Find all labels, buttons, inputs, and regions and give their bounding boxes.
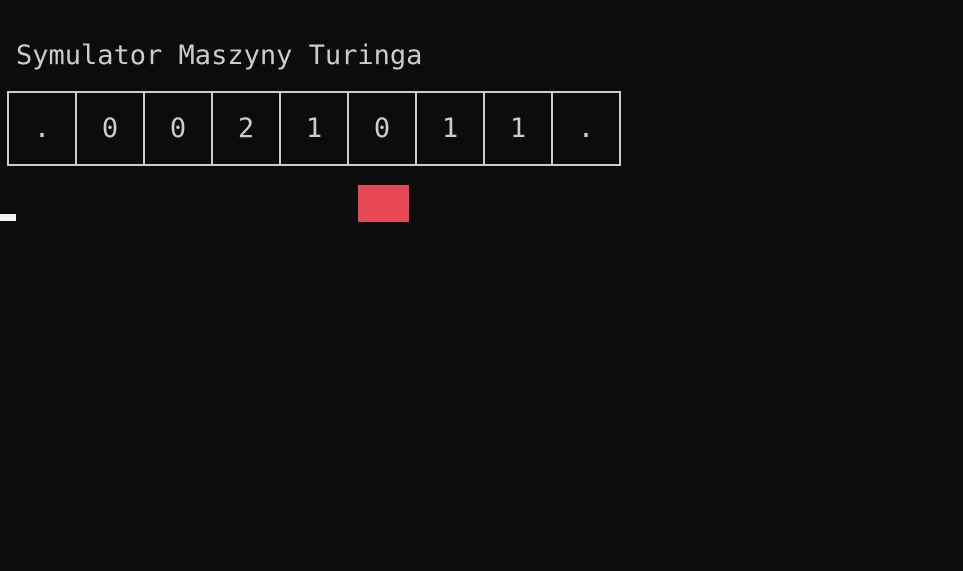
tape-cell: .	[9, 93, 77, 164]
app-title: Symulator Maszyny Turinga	[16, 40, 423, 71]
tape-cell: 1	[417, 93, 485, 164]
tape-cell: 0	[77, 93, 145, 164]
tape-cell: 2	[213, 93, 281, 164]
tape-cell: 0	[349, 93, 417, 164]
console-cursor	[0, 214, 16, 221]
tape-cell: .	[553, 93, 621, 164]
turing-tape: . 0 0 2 1 0 1 1 .	[7, 91, 621, 166]
tape-head-marker	[358, 185, 409, 222]
tape-cell: 1	[281, 93, 349, 164]
tape-cell: 1	[485, 93, 553, 164]
tape-cell: 0	[145, 93, 213, 164]
